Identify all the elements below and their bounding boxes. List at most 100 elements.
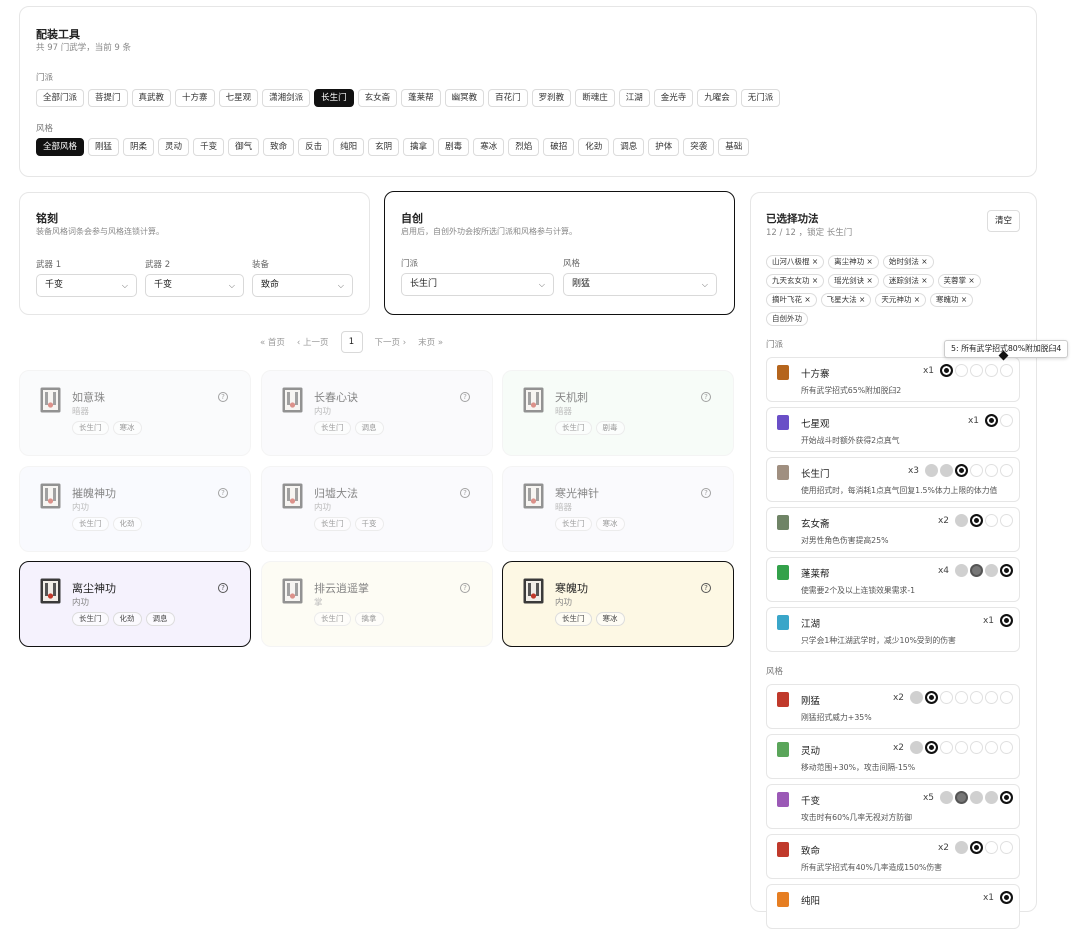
tier-dot bbox=[970, 791, 983, 804]
selected-chip[interactable]: 瑶光剑诀 × bbox=[828, 274, 879, 288]
style-chip[interactable]: 擒拿 bbox=[403, 138, 435, 156]
sect-chip[interactable]: 全部门派 bbox=[36, 89, 85, 107]
help-icon[interactable]: ? bbox=[460, 583, 470, 593]
martial-art-card[interactable]: 长春心诀 内功 长生门 调息? bbox=[261, 370, 493, 456]
martial-art-card[interactable]: 如意珠 暗器 长生门 寒冰? bbox=[19, 370, 251, 456]
selected-chip[interactable]: 自创外功 bbox=[766, 312, 808, 326]
selected-chip[interactable]: 山河八极棍 × bbox=[766, 255, 825, 269]
synergy-card[interactable]: 蓬莱帮 x4 使需要2个及以上连锁效果需求-1 bbox=[766, 557, 1020, 602]
gear-value: 致命 bbox=[261, 280, 280, 290]
martial-art-card[interactable]: 离尘神功 内功 长生门 化劲 调息? bbox=[19, 561, 251, 647]
style-chip[interactable]: 千变 bbox=[193, 138, 225, 156]
help-icon[interactable]: ? bbox=[701, 488, 711, 498]
last-page-link[interactable]: 末页 » bbox=[418, 336, 443, 348]
style-chip[interactable]: 反击 bbox=[298, 138, 330, 156]
style-chip[interactable]: 御气 bbox=[228, 138, 260, 156]
help-icon[interactable]: ? bbox=[701, 392, 711, 402]
style-chip[interactable]: 玄阴 bbox=[368, 138, 400, 156]
style-chip[interactable]: 刚猛 bbox=[88, 138, 120, 156]
synergy-card[interactable]: 玄女斋 x2 对男性角色伤害提高25% bbox=[766, 507, 1020, 552]
sect-chip[interactable]: 潇湘剑派 bbox=[262, 89, 311, 107]
synergy-emblem-icon bbox=[777, 842, 789, 857]
synergy-card[interactable]: 纯阳 x1 bbox=[766, 884, 1020, 929]
synergy-tiers: x1 bbox=[983, 891, 1013, 904]
sect-chip[interactable]: 百花门 bbox=[488, 89, 528, 107]
selected-chip[interactable]: 芙蓉掌 × bbox=[937, 274, 981, 288]
clear-button[interactable]: 清空 bbox=[986, 210, 1020, 232]
tier-dot bbox=[940, 464, 953, 477]
selected-chip[interactable]: 飞星大法 × bbox=[820, 293, 872, 307]
style-chip[interactable]: 纯阳 bbox=[333, 138, 365, 156]
martial-art-card[interactable]: 归墟大法 内功 长生门 千变? bbox=[261, 466, 493, 552]
synergy-card[interactable]: 七星观 x1 开始战斗时额外获得2点真气 bbox=[766, 407, 1020, 452]
help-icon[interactable]: ? bbox=[460, 488, 470, 498]
sect-chip[interactable]: 江湖 bbox=[618, 89, 650, 107]
next-page-link[interactable]: 下一页 › bbox=[375, 336, 407, 348]
synergy-card[interactable]: 刚猛 x2 刚猛招式威力+35% bbox=[766, 684, 1020, 729]
sect-chip[interactable]: 断魂庄 bbox=[575, 89, 615, 107]
selected-chip[interactable]: 迷踪剑法 × bbox=[882, 274, 934, 288]
help-icon[interactable]: ? bbox=[218, 488, 228, 498]
sect-chip[interactable]: 九曜会 bbox=[697, 89, 737, 107]
item-tag: 长生门 bbox=[72, 612, 109, 626]
sect-chip[interactable]: 无门派 bbox=[740, 89, 781, 107]
weapon2-select[interactable]: 千变 ⌵ bbox=[145, 274, 244, 297]
sect-chip[interactable]: 菩提门 bbox=[88, 89, 128, 107]
style-chip[interactable]: 致命 bbox=[263, 138, 295, 156]
martial-art-card[interactable]: 摧魄神功 内功 长生门 化劲? bbox=[19, 466, 251, 552]
synergy-card[interactable]: 十方寨 x1 所有武学招式65%附加脱臼2 bbox=[766, 357, 1020, 402]
martial-art-card[interactable]: 天机刺 暗器 长生门 剧毒? bbox=[502, 370, 734, 456]
style-chip[interactable]: 护体 bbox=[648, 138, 680, 156]
selected-chip[interactable]: 九天玄女功 × bbox=[766, 274, 825, 288]
selected-chip[interactable]: 天元神功 × bbox=[875, 293, 927, 307]
help-icon[interactable]: ? bbox=[460, 392, 470, 402]
martial-art-card[interactable]: 寒光神针 暗器 长生门 寒冰? bbox=[502, 466, 734, 552]
sect-chip[interactable]: 真武教 bbox=[131, 89, 172, 107]
custom-card[interactable]: 自创 启用后，自创外功会按所选门派和风格参与计算。 门派 长生门 ⌵ 风格 刚猛 ⌵ bbox=[384, 191, 735, 315]
help-icon[interactable]: ? bbox=[701, 583, 711, 593]
synergy-card[interactable]: 致命 x2 所有武学招式有40%几率造成150%伤害 bbox=[766, 834, 1020, 879]
style-chip[interactable]: 调息 bbox=[613, 138, 645, 156]
style-chip[interactable]: 破招 bbox=[543, 138, 575, 156]
synergy-card[interactable]: 长生门 x3 使用招式时，每消耗1点真气回复1.5%体力上限的体力值 bbox=[766, 457, 1020, 502]
martial-art-card[interactable]: 寒魄功 内功 长生门 寒冰? bbox=[502, 561, 734, 647]
style-chip[interactable]: 化劲 bbox=[578, 138, 610, 156]
style-chip[interactable]: 寒冰 bbox=[473, 138, 505, 156]
current-page[interactable]: 1 bbox=[340, 331, 363, 353]
sect-chip[interactable]: 蓬莱帮 bbox=[401, 89, 441, 107]
martial-art-card[interactable]: 排云逍遥掌掌长生门 擒拿? bbox=[261, 561, 493, 647]
sect-chip[interactable]: 玄女斋 bbox=[357, 89, 398, 107]
sect-chip[interactable]: 十方寨 bbox=[175, 89, 215, 107]
selected-chip[interactable]: 离尘神功 × bbox=[828, 255, 879, 269]
style-chip[interactable]: 突袭 bbox=[683, 138, 715, 156]
selected-chip[interactable]: 寒魄功 × bbox=[930, 293, 974, 307]
style-chip[interactable]: 全部风格 bbox=[36, 138, 85, 156]
item-tag: 长生门 bbox=[314, 612, 351, 626]
help-icon[interactable]: ? bbox=[218, 583, 228, 593]
style-chip[interactable]: 基础 bbox=[718, 138, 750, 156]
synergy-card[interactable]: 灵动 x2 移动范围+30%，攻击间隔-15% bbox=[766, 734, 1020, 779]
selected-chip[interactable]: 始时剑法 × bbox=[882, 255, 934, 269]
scroll-icon bbox=[40, 483, 61, 509]
selected-chip[interactable]: 摘叶飞花 × bbox=[766, 293, 817, 307]
prev-page-link[interactable]: ‹ 上一页 bbox=[297, 336, 329, 348]
chevron-down-icon: ⌵ bbox=[538, 280, 545, 289]
gear-select[interactable]: 致命 ⌵ bbox=[252, 274, 353, 297]
style-chip[interactable]: 灵动 bbox=[158, 138, 190, 156]
synergy-card[interactable]: 千变 x5 攻击时有60%几率无视对方防御 bbox=[766, 784, 1020, 829]
custom-sect-select[interactable]: 长生门 ⌵ bbox=[401, 273, 554, 296]
help-icon[interactable]: ? bbox=[218, 392, 228, 402]
sect-chip[interactable]: 七星观 bbox=[218, 89, 259, 107]
synergy-desc: 刚猛招式威力+35% bbox=[801, 713, 872, 722]
sect-chip[interactable]: 罗刹教 bbox=[531, 89, 572, 107]
style-chip[interactable]: 烈焰 bbox=[508, 138, 540, 156]
style-chip[interactable]: 剧毒 bbox=[438, 138, 470, 156]
sect-chip[interactable]: 长生门 bbox=[314, 89, 354, 107]
weapon1-select[interactable]: 千变 ⌵ bbox=[36, 274, 137, 297]
synergy-card[interactable]: 江湖 x1 只学会1种江湖武学时，减少10%受到的伤害 bbox=[766, 607, 1020, 652]
first-page-link[interactable]: « 首页 bbox=[260, 336, 285, 348]
sect-chip[interactable]: 幽冥教 bbox=[444, 89, 485, 107]
style-chip[interactable]: 阴柔 bbox=[123, 138, 155, 156]
sect-chip[interactable]: 金光寺 bbox=[653, 89, 694, 107]
custom-style-select[interactable]: 刚猛 ⌵ bbox=[563, 273, 717, 296]
